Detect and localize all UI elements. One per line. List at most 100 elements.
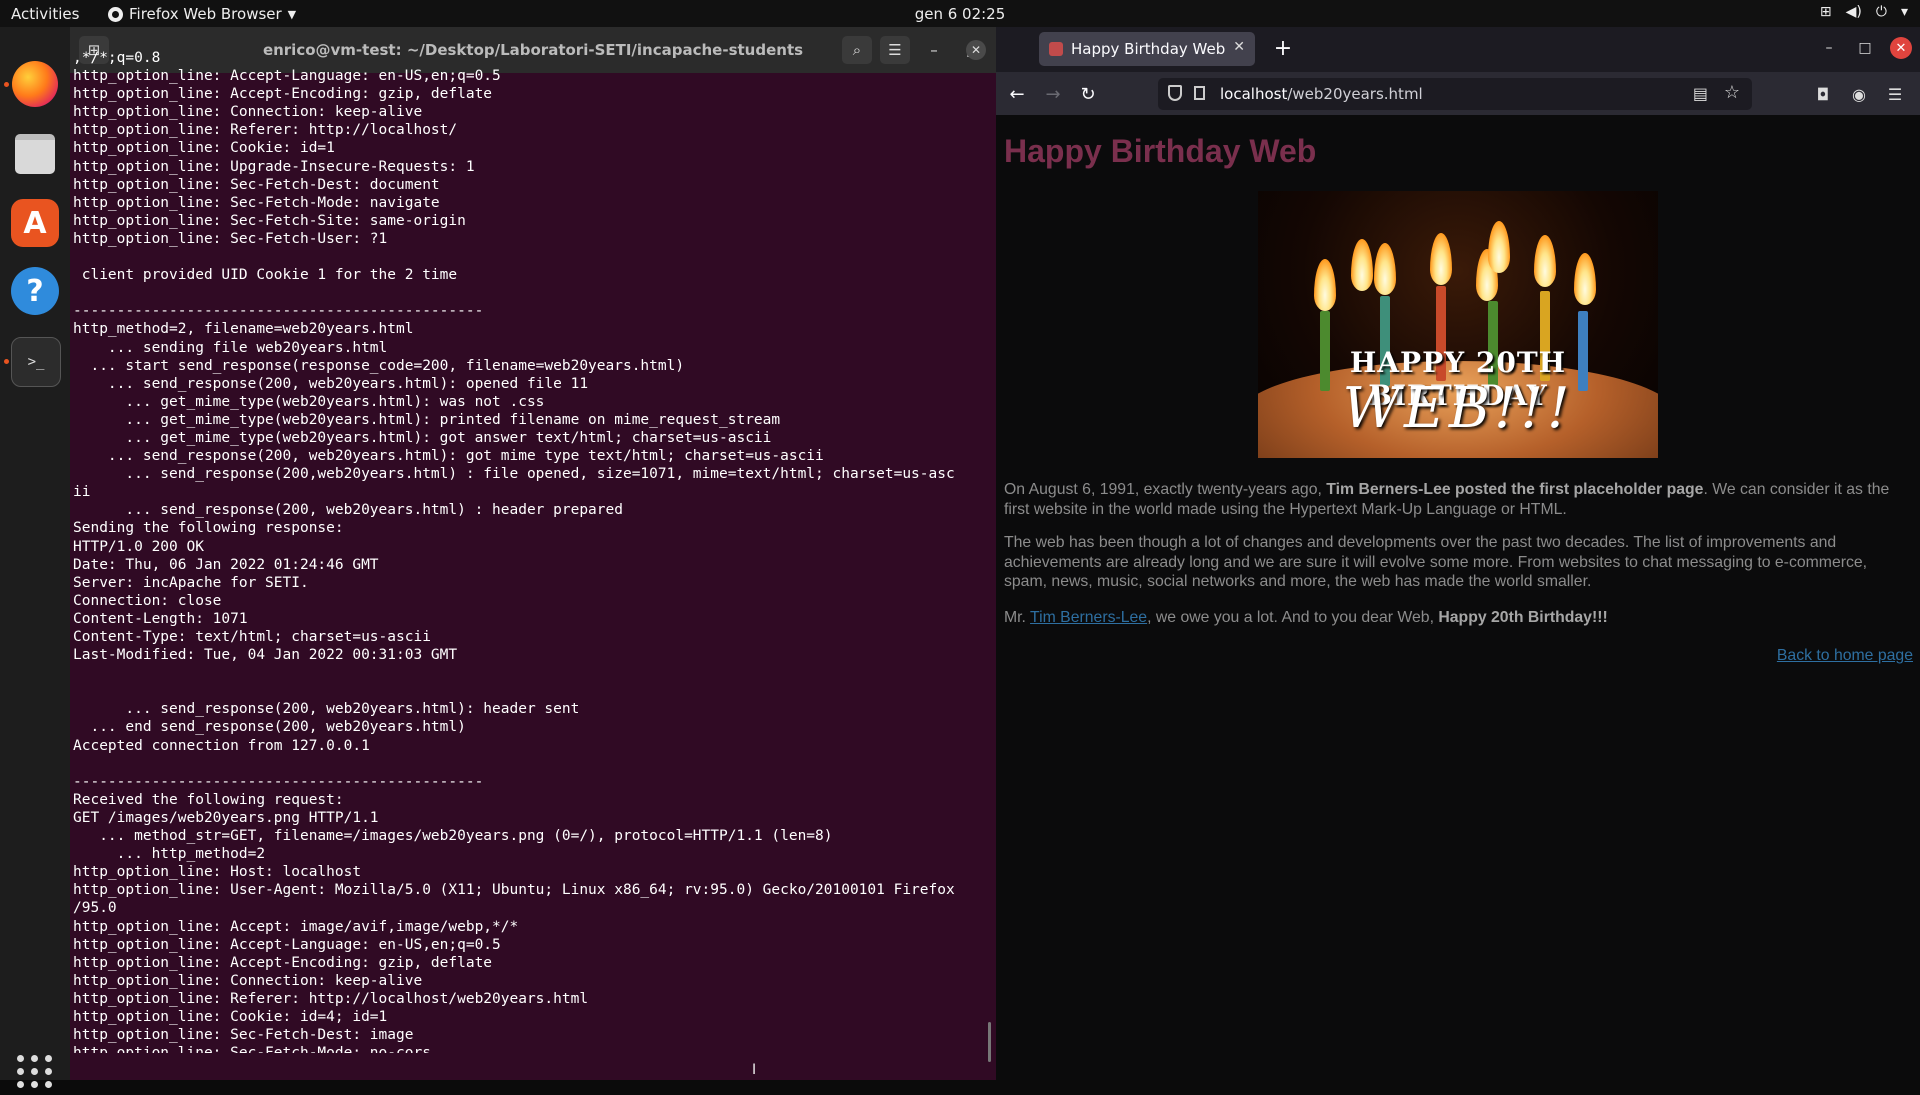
p1-text: On August 6, 1991, exactly twenty-years … [1004, 481, 1327, 498]
software-dock-icon[interactable]: A [11, 199, 59, 247]
terminal-line: GET /images/web20years.png HTTP/1.1 [73, 809, 379, 826]
page-info-icon[interactable] [1194, 86, 1205, 100]
terminal-line: ... get_mime_type(web20years.html): prin… [73, 411, 781, 428]
power-icon: ⏻ [1875, 4, 1887, 20]
url-host: localhost [1220, 85, 1288, 103]
terminal-line: http_option_line: Referer: http://localh… [73, 990, 589, 1007]
terminal-line: Last-Modified: Tue, 04 Jan 2022 00:31:03… [73, 647, 458, 664]
tab-close-icon[interactable]: ✕ [1233, 39, 1245, 55]
terminal-line: http_option_line: Cookie: id=1 [73, 140, 335, 157]
terminal-line: ... send_response(200, web20years.html):… [73, 701, 580, 718]
terminal-line: /95.0 [73, 900, 117, 917]
terminal-line: ----------------------------------------… [73, 773, 484, 790]
system-tray[interactable]: ⊞ ◀) ⏻ ▾ [1820, 4, 1908, 20]
terminal-line: ... send_response(200,web20years.html) :… [73, 466, 955, 483]
terminal-line: Accepted connection from 127.0.0.1 [73, 737, 370, 754]
web-page[interactable]: Happy Birthday Web HAPPY 20TH BIRTHDAY W… [996, 115, 1920, 1080]
terminal-line: http_option_line: Upgrade-Insecure-Reque… [73, 158, 475, 175]
mouse-text-cursor-icon: I [752, 1062, 757, 1078]
pocket-icon[interactable]: ◘ [1808, 79, 1838, 109]
terminal-line: ... get_mime_type(web20years.html): was … [73, 393, 545, 410]
terminal-line: ... send_response(200, web20years.html):… [73, 375, 589, 392]
terminal-line: Content-Type: text/html; charset=us-asci… [73, 629, 431, 645]
p3-text-mid: , we owe you a lot. And to you dear Web, [1147, 609, 1439, 626]
tim-berners-lee-link[interactable]: Tim Berners-Lee [1030, 609, 1147, 626]
terminal-line: Server: incApache for SETI. [73, 574, 309, 591]
new-tab-button[interactable]: + [1268, 33, 1298, 63]
terminal-line: http_option_line: Sec-Fetch-User: ?1 [73, 230, 388, 247]
terminal-line: http_option_line: Accept-Encoding: gzip,… [73, 954, 493, 971]
close-icon[interactable]: ✕ [1890, 37, 1912, 59]
page-title: Happy Birthday Web [1004, 133, 1317, 169]
menu-icon[interactable]: ☰ [1880, 79, 1910, 109]
tracking-protection-icon[interactable] [1168, 85, 1182, 101]
terminal-dock-icon[interactable]: >_ [11, 337, 61, 387]
terminal-line: http_option_line: Host: localhost [73, 864, 362, 881]
p3-text: Mr. [1004, 609, 1031, 626]
terminal-line: ----------------------------------------… [73, 303, 484, 320]
terminal-line: http_option_line: Accept-Encoding: gzip,… [73, 86, 493, 103]
firefox-dock-icon[interactable] [11, 60, 59, 108]
terminal-line: http_option_line: Accept-Language: en-US… [73, 68, 501, 85]
maximize-icon[interactable]: □ [1854, 37, 1876, 59]
paragraph-3: Mr. Tim Berners-Lee, we owe you a lot. A… [1004, 608, 1914, 628]
reader-view-icon[interactable]: ▤ [1693, 84, 1708, 103]
nav-bar: ← → ↻ localhost/web20years.html ▤ ☆ ◘ ◉ … [996, 72, 1920, 115]
files-dock-icon[interactable] [11, 130, 59, 178]
terminal-line: http_option_line: Sec-Fetch-Dest: image [73, 1027, 414, 1044]
bookmark-star-icon[interactable]: ☆ [1724, 82, 1740, 103]
terminal-line: http_option_line: User-Agent: Mozilla/5.… [73, 882, 955, 899]
terminal-line: http_option_line: Sec-Fetch-Mode: no-cor… [73, 1044, 989, 1053]
minimize-icon[interactable]: – [1818, 37, 1840, 59]
favicon-icon [1049, 42, 1063, 56]
dock: A ? >_ [0, 27, 70, 1088]
birthday-cake-image: HAPPY 20TH BIRTHDAY WEB!!! [1258, 191, 1658, 458]
terminal-line: Received the following request: [73, 791, 344, 808]
clock[interactable]: gen 6 02:25 [0, 5, 1920, 23]
terminal-line: HTTP/1.0 200 OK [73, 538, 204, 555]
url-text[interactable]: localhost/web20years.html [1220, 85, 1423, 103]
terminal-line: ... end send_response(200, web20years.ht… [73, 719, 466, 736]
tray-chevron-down-icon: ▾ [1900, 4, 1908, 20]
terminal-line: http_option_line: Sec-Fetch-Mode: naviga… [73, 194, 440, 211]
terminal-line: http_option_line: Cookie: id=4; id=1 [73, 1008, 388, 1025]
terminal-line: http_option_line: Accept-Language: en-US… [73, 936, 501, 953]
terminal-line: ... sending file web20years.html [73, 339, 388, 356]
terminal-line: http_option_line: Accept: image/avif,ima… [73, 918, 519, 935]
tab-bar: Happy Birthday Web ✕ + – □ ✕ [996, 27, 1920, 72]
running-indicator [4, 359, 9, 364]
terminal-line: ... get_mime_type(web20years.html): got … [73, 429, 772, 446]
top-bar: Activities Firefox Web Browser ▼ gen 6 0… [0, 0, 1920, 27]
forward-icon[interactable]: → [1038, 79, 1068, 109]
show-applications-icon[interactable] [11, 1047, 59, 1095]
terminal-line: http_option_line: Connection: keep-alive [73, 104, 423, 121]
terminal-line: Date: Thu, 06 Jan 2022 01:24:46 GMT [73, 556, 379, 573]
back-to-home-link[interactable]: Back to home page [1777, 647, 1913, 665]
paragraph-1: On August 6, 1991, exactly twenty-years … [1004, 480, 1914, 519]
terminal-line: http_option_line: Sec-Fetch-Dest: docume… [73, 176, 440, 193]
terminal-line: Content-Length: 1071 [73, 610, 248, 627]
terminal-line: ,*/*;q=0.8 [73, 50, 161, 66]
tab-happy-birthday-web[interactable]: Happy Birthday Web ✕ [1039, 32, 1255, 66]
terminal-output[interactable]: ,*/*;q=0.8 http_option_line: Accept-Langu… [73, 49, 989, 1053]
terminal-line: ... send_response(200, web20years.html) … [73, 502, 623, 519]
tab-title: Happy Birthday Web [1071, 40, 1226, 58]
url-path: /web20years.html [1287, 85, 1423, 103]
terminal-line: http_option_line: Sec-Fetch-Site: same-o… [73, 212, 466, 229]
help-dock-icon[interactable]: ? [11, 267, 59, 315]
firefox-window[interactable]: Happy Birthday Web ✕ + – □ ✕ ← → ↻ local… [996, 27, 1920, 1080]
terminal-line: http_option_line: Referer: http://localh… [73, 122, 458, 139]
paragraph-2: The web has been though a lot of changes… [1004, 534, 1868, 590]
reload-icon[interactable]: ↻ [1073, 79, 1103, 109]
terminal-line: ... start send_response(response_code=20… [73, 357, 685, 374]
p1-bold: Tim Berners-Lee posted the first placeho… [1326, 481, 1704, 498]
terminal-line: Connection: close [73, 592, 222, 609]
back-icon[interactable]: ← [1002, 79, 1032, 109]
network-icon: ⊞ [1819, 4, 1832, 20]
url-bar[interactable]: localhost/web20years.html ▤ ☆ [1158, 78, 1752, 110]
account-icon[interactable]: ◉ [1844, 79, 1874, 109]
